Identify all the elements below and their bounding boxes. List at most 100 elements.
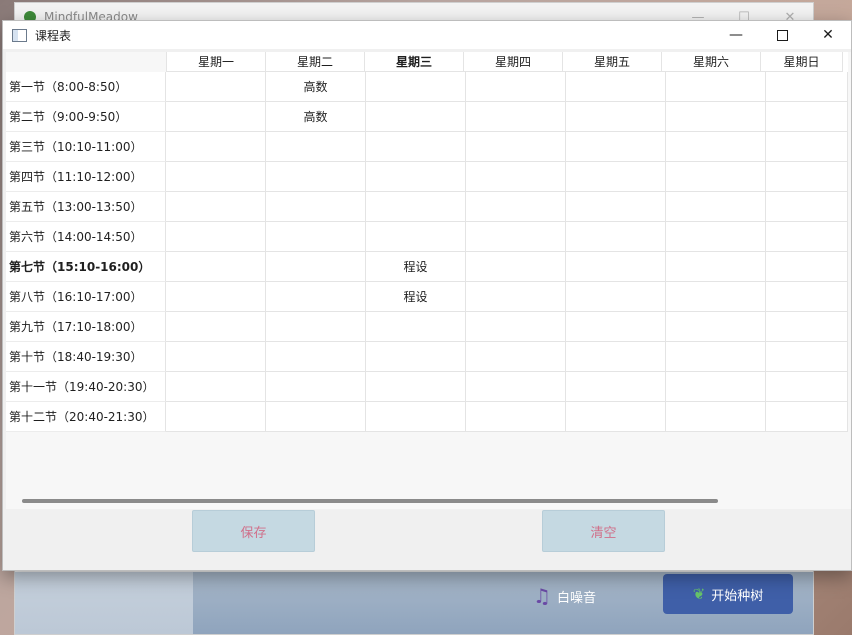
schedule-cell[interactable]: [566, 252, 666, 282]
schedule-cell[interactable]: [766, 102, 848, 132]
schedule-cell[interactable]: [466, 312, 566, 342]
schedule-cell[interactable]: [766, 342, 848, 372]
schedule-cell[interactable]: [566, 312, 666, 342]
schedule-cell[interactable]: [566, 192, 666, 222]
schedule-cell[interactable]: [266, 252, 366, 282]
schedule-cell[interactable]: [666, 312, 766, 342]
period-label[interactable]: 第九节（17:10-18:00）: [6, 312, 166, 342]
day-header[interactable]: 星期二: [266, 52, 365, 72]
day-header[interactable]: 星期五: [563, 52, 662, 72]
schedule-cell[interactable]: [466, 72, 566, 102]
schedule-cell[interactable]: [166, 252, 266, 282]
schedule-cell[interactable]: [366, 102, 466, 132]
schedule-cell[interactable]: [266, 312, 366, 342]
day-header[interactable]: 星期日: [761, 52, 843, 72]
period-label[interactable]: 第二节（9:00-9:50）: [6, 102, 166, 132]
period-label[interactable]: 第八节（16:10-17:00）: [6, 282, 166, 312]
schedule-cell[interactable]: [566, 372, 666, 402]
schedule-cell[interactable]: [666, 222, 766, 252]
schedule-cell[interactable]: [666, 162, 766, 192]
white-noise-button[interactable]: ♫ 白噪音: [533, 584, 596, 608]
schedule-cell[interactable]: [666, 282, 766, 312]
schedule-cell[interactable]: [466, 222, 566, 252]
schedule-cell[interactable]: [566, 72, 666, 102]
period-label[interactable]: 第三节（10:10-11:00）: [6, 132, 166, 162]
schedule-cell[interactable]: [766, 282, 848, 312]
schedule-cell[interactable]: [666, 192, 766, 222]
schedule-cell[interactable]: [566, 342, 666, 372]
schedule-cell[interactable]: [666, 372, 766, 402]
schedule-cell[interactable]: [566, 162, 666, 192]
period-label[interactable]: 第十节（18:40-19:30）: [6, 342, 166, 372]
schedule-cell[interactable]: 高数: [266, 72, 366, 102]
schedule-cell[interactable]: [566, 222, 666, 252]
schedule-cell[interactable]: [366, 72, 466, 102]
day-header[interactable]: 星期一: [167, 52, 266, 72]
period-label[interactable]: 第六节（14:00-14:50）: [6, 222, 166, 252]
schedule-cell[interactable]: [266, 402, 366, 432]
period-label[interactable]: 第五节（13:00-13:50）: [6, 192, 166, 222]
close-button[interactable]: ✕: [805, 21, 851, 49]
schedule-cell[interactable]: [366, 222, 466, 252]
start-planting-button[interactable]: ❦ 开始种树: [663, 574, 793, 614]
schedule-cell[interactable]: [666, 402, 766, 432]
schedule-cell[interactable]: [466, 342, 566, 372]
schedule-cell[interactable]: [166, 282, 266, 312]
schedule-cell[interactable]: [766, 222, 848, 252]
schedule-cell[interactable]: [266, 342, 366, 372]
schedule-cell[interactable]: [366, 162, 466, 192]
schedule-cell[interactable]: [366, 192, 466, 222]
schedule-cell[interactable]: [466, 102, 566, 132]
schedule-cell[interactable]: [766, 162, 848, 192]
day-header[interactable]: 星期三: [365, 52, 464, 72]
schedule-cell[interactable]: [666, 132, 766, 162]
schedule-cell[interactable]: [166, 372, 266, 402]
schedule-cell[interactable]: [266, 132, 366, 162]
schedule-cell[interactable]: [766, 312, 848, 342]
schedule-cell[interactable]: [266, 192, 366, 222]
schedule-cell[interactable]: [566, 132, 666, 162]
day-header[interactable]: 星期四: [464, 52, 563, 72]
clear-button[interactable]: 清空: [542, 510, 665, 552]
day-header[interactable]: 星期六: [662, 52, 761, 72]
schedule-cell[interactable]: [166, 72, 266, 102]
schedule-cell[interactable]: 程设: [366, 252, 466, 282]
schedule-cell[interactable]: [466, 402, 566, 432]
schedule-cell[interactable]: [166, 402, 266, 432]
schedule-cell[interactable]: [666, 252, 766, 282]
schedule-cell[interactable]: [166, 192, 266, 222]
schedule-cell[interactable]: [466, 282, 566, 312]
schedule-cell[interactable]: [766, 132, 848, 162]
schedule-cell[interactable]: [666, 102, 766, 132]
schedule-cell[interactable]: [266, 372, 366, 402]
schedule-cell[interactable]: [266, 222, 366, 252]
schedule-cell[interactable]: [766, 252, 848, 282]
schedule-cell[interactable]: [466, 192, 566, 222]
schedule-cell[interactable]: [466, 372, 566, 402]
schedule-cell[interactable]: [666, 342, 766, 372]
horizontal-scrollbar[interactable]: [6, 491, 851, 509]
schedule-cell[interactable]: 程设: [366, 282, 466, 312]
schedule-table-area[interactable]: 星期一 星期二 星期三 星期四 星期五 星期六 星期日 第一节（8:00-8:50） 高数 第二…: [6, 52, 851, 509]
schedule-cell[interactable]: [766, 372, 848, 402]
schedule-cell[interactable]: [166, 312, 266, 342]
schedule-cell[interactable]: [166, 102, 266, 132]
schedule-cell[interactable]: [466, 132, 566, 162]
period-label[interactable]: 第四节（11:10-12:00）: [6, 162, 166, 192]
schedule-cell[interactable]: [366, 402, 466, 432]
minimize-button[interactable]: —: [713, 21, 759, 49]
schedule-cell[interactable]: [166, 162, 266, 192]
schedule-cell[interactable]: 高数: [266, 102, 366, 132]
schedule-cell[interactable]: [166, 342, 266, 372]
schedule-cell[interactable]: [666, 72, 766, 102]
save-button[interactable]: 保存: [192, 510, 315, 552]
schedule-cell[interactable]: [166, 132, 266, 162]
schedule-cell[interactable]: [366, 312, 466, 342]
period-label[interactable]: 第七节（15:10-16:00）: [6, 252, 166, 282]
schedule-cell[interactable]: [566, 282, 666, 312]
schedule-cell[interactable]: [566, 402, 666, 432]
period-label[interactable]: 第十一节（19:40-20:30）: [6, 372, 166, 402]
period-label[interactable]: 第十二节（20:40-21:30）: [6, 402, 166, 432]
schedule-cell[interactable]: [766, 72, 848, 102]
schedule-cell[interactable]: [566, 102, 666, 132]
